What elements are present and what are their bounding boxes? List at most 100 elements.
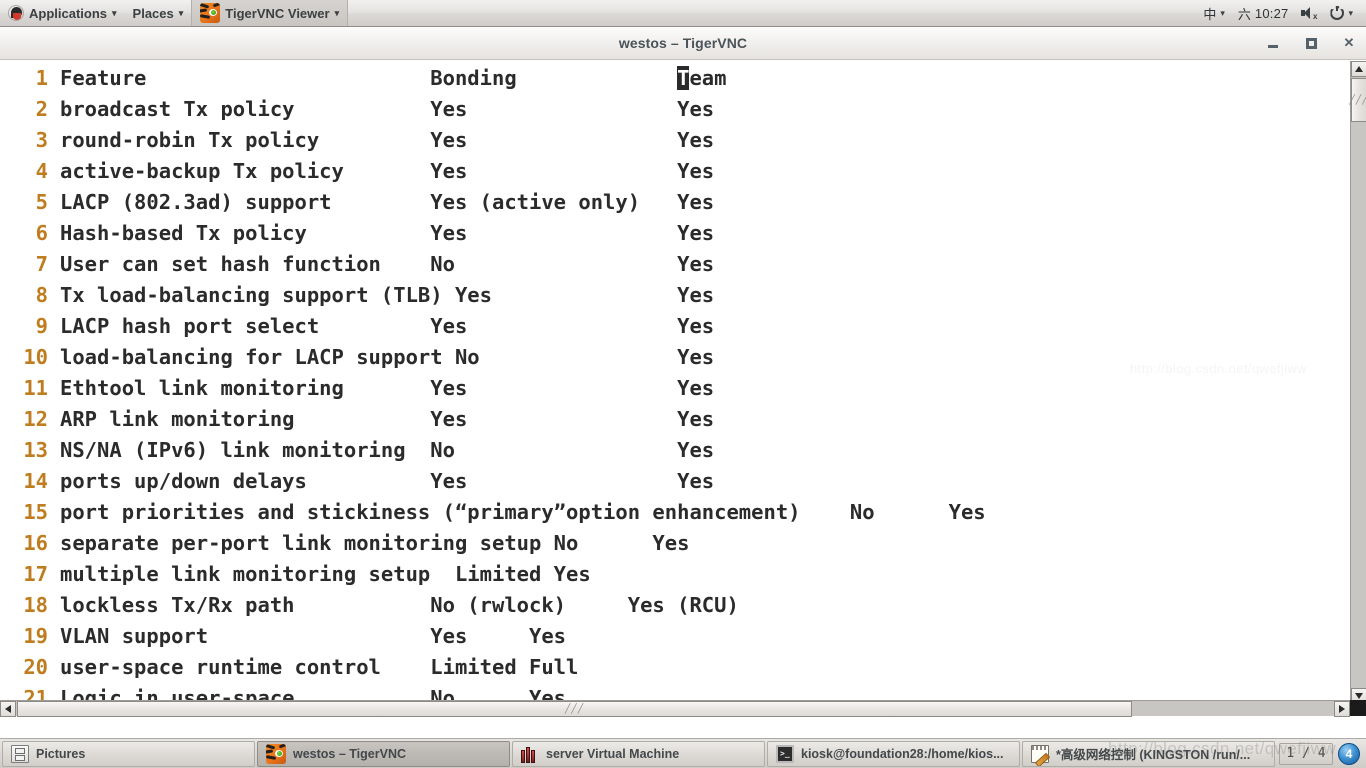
line-number: 7	[35, 252, 48, 276]
taskbar-item-terminal[interactable]: >_ kiosk@foundation28:/home/kios...	[767, 740, 1020, 767]
line-number: 4	[35, 159, 48, 183]
line-text: multiple link monitoring setup Limited Y…	[60, 562, 591, 586]
taskbar-item-label: *高级网络控制 (KINGSTON /run/...	[1056, 748, 1251, 762]
tiger-icon	[266, 743, 286, 764]
editor-line[interactable]: 5 LACP (802.3ad) support Yes (active only…	[0, 187, 1350, 218]
line-text: lockless Tx/Rx path No (rwlock) Yes (RCU…	[60, 593, 739, 617]
line-number: 2	[35, 97, 48, 121]
editor-line[interactable]: 10 load-balancing for LACP support No Yes	[0, 342, 1350, 373]
line-number: 8	[35, 283, 48, 307]
taskbar-item-label: server Virtual Machine	[546, 746, 680, 761]
scrollbar-corner	[1350, 700, 1366, 716]
line-number: 18	[23, 593, 48, 617]
line-text: ARP link monitoring Yes Yes	[60, 407, 715, 431]
line-number: 1	[35, 66, 48, 90]
line-text: LACP (802.3ad) support Yes (active only)…	[60, 190, 715, 214]
taskbar-item-virtual-machine[interactable]: server Virtual Machine	[512, 740, 765, 767]
editor-line[interactable]: 6 Hash-based Tx policy Yes Yes	[0, 218, 1350, 249]
vertical-scrollbar-thumb[interactable]: ╱╱╱	[1349, 78, 1366, 122]
editor-line[interactable]: 9 LACP hash port select Yes Yes	[0, 311, 1350, 342]
taskbar: Pictures westos – TigerVNC server Virtua…	[0, 738, 1366, 768]
editor-line[interactable]: 15 port priorities and stickiness (“prima…	[0, 497, 1350, 528]
volume-applet[interactable]: x	[1296, 0, 1322, 26]
menu-places-label: Places	[132, 5, 174, 21]
minimize-button[interactable]	[1262, 32, 1284, 54]
line-number: 6	[35, 221, 48, 245]
taskbar-item-label: Pictures	[36, 746, 86, 761]
top-panel: Applications ▾ Places ▾ TigerVNC Viewer …	[0, 0, 1366, 27]
horizontal-scrollbar[interactable]: ╱╱╱	[0, 700, 1350, 717]
line-text: Ethtool link monitoring Yes Yes	[60, 376, 715, 400]
window-titlebar[interactable]: westos – TigerVNC ✕	[0, 27, 1366, 60]
menu-tigervnc-viewer[interactable]: TigerVNC Viewer ▾	[191, 0, 349, 26]
vertical-scrollbar[interactable]: ╱╱╱	[1349, 61, 1366, 704]
chevron-down-icon: ▾	[1220, 7, 1225, 18]
tigervnc-window: westos – TigerVNC ✕ 1 Feature Bonding Tea…	[0, 27, 1366, 738]
menu-applications[interactable]: Applications ▾	[0, 0, 125, 26]
close-icon: ✕	[1343, 35, 1355, 50]
chevron-down-icon: ▾	[1348, 7, 1353, 18]
editor-line[interactable]: 8 Tx load-balancing support (TLB) Yes Yes	[0, 280, 1350, 311]
editor-line[interactable]: 11 Ethtool link monitoring Yes Yes	[0, 373, 1350, 404]
editor-line[interactable]: 13 NS/NA (IPv6) link monitoring No Yes	[0, 435, 1350, 466]
window-controls: ✕	[1262, 32, 1360, 54]
horizontal-scrollbar-thumb[interactable]: ╱╱╱	[17, 701, 1132, 717]
workspace-badge[interactable]: 4	[1338, 742, 1360, 765]
taskbar-item-pictures[interactable]: Pictures	[2, 740, 255, 767]
clock-applet[interactable]: 六 10:27	[1233, 0, 1294, 26]
scroll-right-arrow-icon[interactable]	[1334, 701, 1350, 717]
workspace-indicator[interactable]: 1 / 4	[1279, 742, 1333, 765]
line-text: ports up/down delays Yes Yes	[60, 469, 715, 493]
editor-line[interactable]: 18 lockless Tx/Rx path No (rwlock) Yes (R…	[0, 590, 1350, 621]
editor-line[interactable]: 16 separate per-port link monitoring setu…	[0, 528, 1350, 559]
line-text: Feature Bonding	[60, 66, 678, 90]
editor-line[interactable]: 3 round-robin Tx policy Yes Yes	[0, 125, 1350, 156]
clock-time-label: 10:27	[1254, 5, 1289, 21]
line-text: User can set hash function No Yes	[60, 252, 715, 276]
input-method-indicator[interactable]: 中 ▾	[1198, 0, 1230, 26]
taskbar-item-text-editor[interactable]: *高级网络控制 (KINGSTON /run/...	[1022, 740, 1275, 767]
line-text: separate per-port link monitoring setup …	[60, 531, 690, 555]
fedora-logo-icon	[8, 5, 24, 21]
editor-line[interactable]: 17 multiple link monitoring setup Limited…	[0, 559, 1350, 590]
scroll-up-arrow-icon[interactable]	[1351, 61, 1366, 77]
line-number: 3	[35, 128, 48, 152]
page-title: westos – TigerVNC	[618, 35, 748, 51]
line-text: broadcast Tx policy Yes Yes	[60, 97, 715, 121]
editor-line[interactable]: 1 Feature Bonding Team	[0, 63, 1350, 94]
line-number: 11	[23, 376, 48, 400]
line-text: Tx load-balancing support (TLB) Yes Yes	[60, 283, 715, 307]
vnc-viewport[interactable]: 1 Feature Bonding Team 2 broadcast Tx polic…	[0, 61, 1350, 704]
line-number: 14	[23, 469, 48, 493]
menu-places[interactable]: Places ▾	[125, 0, 192, 26]
clock-day-label: 六	[1237, 6, 1251, 22]
editor-line[interactable]: 20 user-space runtime control Limited Ful…	[0, 652, 1350, 683]
taskbar-item-tigervnc[interactable]: westos – TigerVNC	[257, 740, 510, 767]
tiger-icon	[200, 3, 221, 23]
text-cursor: T	[677, 66, 690, 90]
line-text: active-backup Tx policy Yes Yes	[60, 159, 715, 183]
editor-text[interactable]: 1 Feature Bonding Team 2 broadcast Tx polic…	[0, 61, 1350, 704]
system-tray: 中 ▾ 六 10:27 x ▾	[1198, 0, 1366, 26]
editor-line[interactable]: 19 VLAN support Yes Yes	[0, 621, 1350, 652]
line-text: LACP hash port select Yes Yes	[60, 314, 715, 338]
line-text: round-robin Tx policy Yes Yes	[60, 128, 715, 152]
line-number: 5	[35, 190, 48, 214]
virtual-machine-icon	[521, 745, 539, 763]
maximize-button[interactable]	[1300, 32, 1322, 54]
line-number: 13	[23, 438, 48, 462]
close-button[interactable]: ✕	[1338, 32, 1360, 54]
line-number: 10	[23, 345, 48, 369]
terminal-icon: >_	[776, 744, 794, 763]
line-text: VLAN support Yes Yes	[60, 624, 567, 648]
line-number: 12	[23, 407, 48, 431]
chevron-down-icon: ▾	[334, 7, 340, 18]
editor-line[interactable]: 12 ARP link monitoring Yes Yes	[0, 404, 1350, 435]
editor-line[interactable]: 7 User can set hash function No Yes	[0, 249, 1350, 280]
editor-line[interactable]: 14 ports up/down delays Yes Yes	[0, 466, 1350, 497]
scroll-left-arrow-icon[interactable]	[0, 701, 16, 717]
power-applet[interactable]: ▾	[1325, 0, 1358, 26]
editor-line[interactable]: 4 active-backup Tx policy Yes Yes	[0, 156, 1350, 187]
editor-line[interactable]: 2 broadcast Tx policy Yes Yes	[0, 94, 1350, 125]
line-number: 17	[23, 562, 48, 586]
